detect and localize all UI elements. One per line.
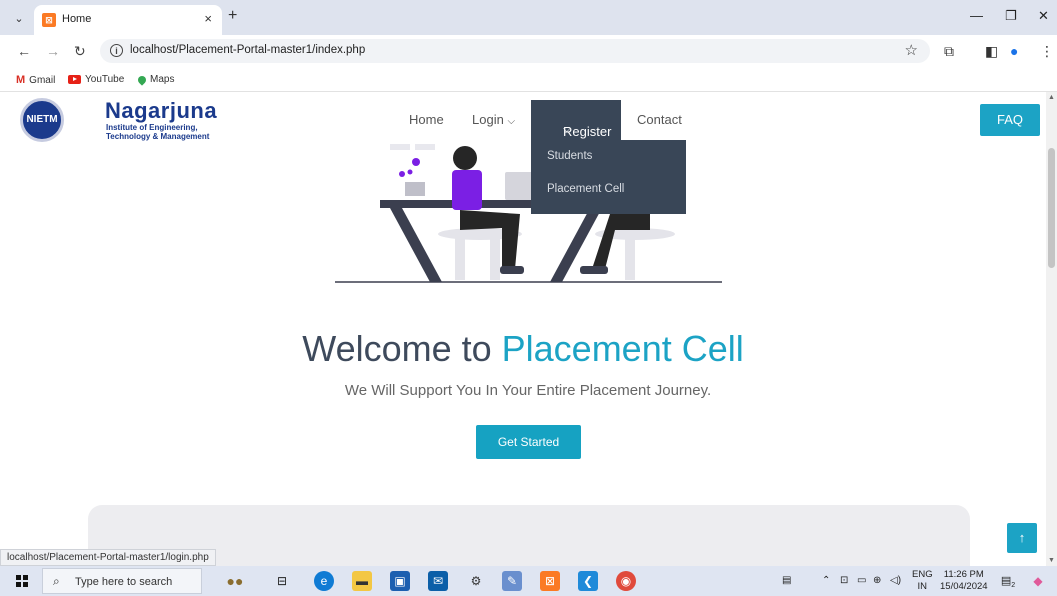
copilot-icon[interactable]: ◆ — [1028, 571, 1048, 591]
bookmark-label: Maps — [150, 74, 175, 85]
back-arrow-icon[interactable]: ← — [17, 43, 31, 59]
scroll-down-icon[interactable]: ▼ — [1048, 557, 1055, 564]
tray-drive-icon[interactable]: ⊡ — [840, 575, 848, 586]
volume-icon[interactable]: ◁) — [890, 575, 901, 586]
search-icon: ⌕ — [53, 574, 60, 588]
nav-login[interactable]: Login ⌵ — [472, 112, 515, 127]
new-tab-button[interactable]: + — [228, 7, 237, 25]
windows-taskbar: ⌕ Type here to search ●● ⊟ e ▬ ▣ ✉ ⚙ ✎ ⊠… — [0, 566, 1057, 596]
browser-tab-strip: ⌄ ⊠ Home × + — ❐ ✕ — [0, 0, 1057, 35]
chrome-icon[interactable]: ◉ — [616, 571, 636, 591]
site-info-icon[interactable]: i — [110, 44, 123, 57]
xampp-icon[interactable]: ⊠ — [540, 571, 560, 591]
battery-icon[interactable]: ▭ — [857, 575, 866, 586]
mail-icon[interactable]: ✉ — [428, 571, 448, 591]
get-started-button[interactable]: Get Started — [476, 425, 581, 459]
college-subtitle-line1: Institute of Engineering, — [106, 123, 198, 132]
bookmark-star-icon[interactable]: ☆ — [905, 41, 918, 59]
notification-icon[interactable]: ▤2 — [998, 571, 1018, 591]
bookmark-gmail[interactable]: M Gmail — [16, 74, 55, 86]
taskbar-search-placeholder: Type here to search — [75, 576, 173, 588]
register-dropdown: Students Placement Cell — [531, 140, 686, 214]
tab-title: Home — [62, 13, 92, 25]
faq-button[interactable]: FAQ — [980, 104, 1040, 136]
windows-start-icon[interactable] — [16, 575, 28, 587]
nav-contact[interactable]: Contact — [637, 112, 682, 127]
nav-login-label: Login — [472, 112, 504, 127]
lang-bottom: IN — [917, 581, 928, 592]
bookmark-label: YouTube — [85, 74, 125, 85]
minimize-icon[interactable]: — — [970, 8, 983, 23]
bookmarks-bar: M Gmail YouTube Maps — [0, 67, 1057, 92]
back-to-top-arrow-icon[interactable]: ↑ — [1007, 523, 1037, 553]
page-viewport: NIETM Nagarjuna Institute of Engineering… — [0, 92, 1046, 566]
hero-title-highlight: Placement Cell — [501, 328, 744, 369]
address-bar[interactable]: i localhost/Placement-Portal-master1/ind… — [100, 39, 930, 63]
bookmark-youtube[interactable]: YouTube — [68, 74, 124, 85]
edge-icon[interactable]: e — [314, 571, 334, 591]
tab-favicon-icon: ⊠ — [42, 13, 56, 27]
vscode-icon[interactable]: ❮ — [578, 571, 598, 591]
language-indicator[interactable]: ENG IN — [912, 569, 933, 593]
side-panel-icon[interactable]: ◧ — [985, 43, 998, 60]
browser-toolbar: ← → ↻ i localhost/Placement-Portal-maste… — [0, 35, 1057, 67]
notepad-icon[interactable]: ✎ — [502, 571, 522, 591]
chevron-down-icon: ⌵ — [507, 116, 516, 127]
close-window-icon[interactable]: ✕ — [1038, 8, 1049, 24]
store-icon[interactable]: ▣ — [390, 571, 410, 591]
lang-top: ENG — [912, 569, 933, 580]
scroll-up-icon[interactable]: ▲ — [1048, 94, 1055, 101]
hero-title: Welcome to Placement Cell — [0, 328, 1046, 370]
gmail-icon: M — [16, 74, 26, 86]
nav-home[interactable]: Home — [409, 112, 444, 127]
dropdown-item-students[interactable]: Students — [547, 150, 592, 162]
maps-icon — [136, 73, 148, 86]
reload-icon[interactable]: ↻ — [74, 43, 86, 60]
scroll-thumb[interactable] — [1048, 148, 1055, 268]
content-panel — [88, 505, 970, 566]
settings-gear-icon[interactable]: ⚙ — [466, 571, 486, 591]
restore-icon[interactable]: ❐ — [1005, 8, 1017, 24]
clock-time: 11:26 PM — [943, 569, 984, 580]
tab-search-chevron-icon[interactable]: ⌄ — [8, 8, 30, 30]
news-icon[interactable]: ▤ — [782, 575, 791, 586]
dropdown-item-placement-cell[interactable]: Placement Cell — [547, 183, 624, 195]
notification-count: 2 — [1011, 582, 1016, 590]
college-name[interactable]: Nagarjuna — [105, 98, 217, 124]
college-subtitle-line2: Technology & Management — [106, 132, 210, 141]
tab-close-icon[interactable]: × — [204, 11, 212, 26]
profile-avatar-icon[interactable]: ● — [1010, 43, 1018, 59]
chevron-down-icon: ⌵ — [563, 124, 571, 135]
bookmark-label: Gmail — [29, 74, 56, 86]
clock-date: 15/04/2024 — [940, 581, 988, 592]
bookmark-maps[interactable]: Maps — [136, 73, 175, 86]
file-explorer-icon[interactable]: ▬ — [352, 571, 372, 591]
college-subtitle: Institute of Engineering, Technology & M… — [106, 123, 256, 141]
page-scrollbar[interactable]: ▲ ▼ — [1046, 92, 1057, 566]
browser-tab-home[interactable]: ⊠ Home × — [34, 5, 222, 35]
network-icon[interactable]: ⊕ — [873, 575, 881, 586]
tray-chevron-up-icon[interactable]: ⌃ — [822, 575, 830, 586]
college-seal-logo[interactable]: NIETM — [20, 98, 64, 142]
extensions-icon[interactable]: ⧉ — [944, 43, 954, 60]
weather-widget-icon[interactable]: ●● — [214, 571, 256, 591]
taskbar-search[interactable]: ⌕ Type here to search — [42, 568, 202, 594]
hero-subtitle: We Will Support You In Your Entire Place… — [344, 382, 712, 399]
taskbar-clock[interactable]: 11:26 PM 15/04/2024 — [940, 569, 988, 593]
menu-kebab-icon[interactable]: ⋮ — [1040, 43, 1054, 60]
task-view-icon[interactable]: ⊟ — [272, 571, 292, 591]
status-bar-url: localhost/Placement-Portal-master1/login… — [0, 549, 216, 566]
forward-arrow-icon[interactable]: → — [46, 43, 60, 59]
address-url[interactable]: localhost/Placement-Portal-master1/index… — [130, 44, 365, 56]
nav-register[interactable]: Register ⌵ — [531, 100, 621, 140]
hero-title-prefix: Welcome to — [302, 328, 502, 369]
youtube-icon — [68, 75, 81, 84]
